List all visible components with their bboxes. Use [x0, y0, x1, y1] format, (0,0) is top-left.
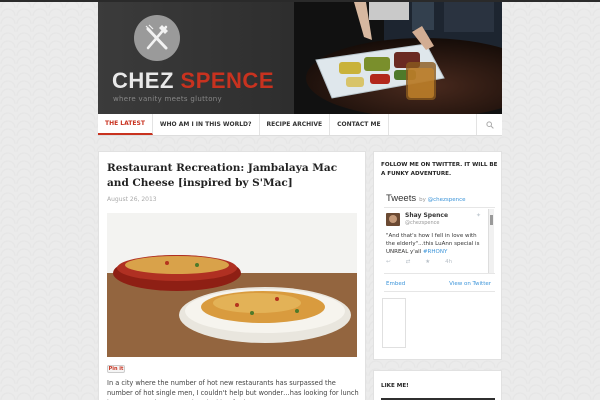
- tweet-text: "And that's how I fell in love with the …: [386, 232, 486, 256]
- logo-word-chez: CHEZ: [112, 68, 174, 93]
- site-tagline: where vanity meets gluttony: [113, 95, 222, 103]
- header-banner[interactable]: CHEZ SPENCE where vanity meets gluttony: [98, 2, 502, 114]
- nav-search-button[interactable]: [476, 114, 502, 135]
- tweets-by: by @chezspence: [419, 197, 465, 203]
- search-icon: [485, 120, 494, 129]
- view-on-twitter-link[interactable]: View on Twitter: [449, 281, 491, 287]
- site-logo-text: CHEZ SPENCE: [112, 68, 274, 94]
- tweets-by-handle-link[interactable]: @chezspence: [428, 197, 466, 203]
- reply-icon[interactable]: ↩: [386, 259, 391, 265]
- retweet-icon[interactable]: ⇄: [406, 259, 411, 265]
- tweet-actions: ↩ ⇄ ★ 4h: [386, 259, 452, 265]
- post-excerpt: In a city where the number of hot new re…: [107, 379, 359, 400]
- tweets-header: Tweets by @chezspence: [386, 193, 466, 204]
- tweet-timeline[interactable]: Shay Spence @chezspence ✦ "And that's ho…: [384, 207, 495, 274]
- fork-knife-logo-icon: [134, 15, 180, 61]
- nav-item-who-am-i[interactable]: WHO AM I IN THIS WORLD?: [153, 114, 260, 135]
- favorite-icon[interactable]: ★: [425, 259, 430, 265]
- post-image[interactable]: [107, 213, 357, 357]
- twitter-bird-icon: ✦: [476, 212, 482, 219]
- embed-link[interactable]: Embed: [386, 281, 405, 287]
- header-photo: [294, 2, 502, 114]
- nav-item-recipe-archive[interactable]: RECIPE ARCHIVE: [260, 114, 331, 135]
- twitter-links: Embed View on Twitter: [386, 281, 491, 287]
- nav-item-contact-me[interactable]: CONTACT ME: [330, 114, 389, 135]
- tweets-by-label: by: [419, 197, 426, 203]
- nav-item-the-latest[interactable]: THE LATEST: [98, 114, 153, 135]
- blog-post: Restaurant Recreation: Jambalaya Mac and…: [98, 151, 366, 400]
- twitter-widget: FOLLOW ME ON TWITTER. IT WILL BE A FUNKY…: [373, 151, 502, 360]
- tweet-hashtag-link[interactable]: #RHONY: [423, 249, 447, 255]
- logo-word-spence: SPENCE: [180, 68, 274, 93]
- tweets-title: Tweets: [386, 193, 417, 204]
- divider: [384, 291, 495, 292]
- tweet-time[interactable]: 4h: [445, 259, 452, 265]
- like-widget-title: LIKE ME!: [381, 383, 409, 389]
- tweet-author-name[interactable]: Shay Spence: [405, 212, 448, 219]
- post-date: August 26, 2013: [107, 196, 157, 203]
- pin-it-button[interactable]: Pin it: [107, 365, 125, 373]
- avatar[interactable]: [386, 213, 400, 226]
- tweet-author-handle[interactable]: @chezspence: [405, 220, 439, 226]
- main-nav: THE LATEST WHO AM I IN THIS WORLD? RECIP…: [98, 114, 502, 136]
- like-widget: LIKE ME!: [373, 370, 502, 400]
- tweet-scrollbar[interactable]: [488, 209, 494, 273]
- twitter-widget-title: FOLLOW ME ON TWITTER. IT WILL BE A FUNKY…: [381, 162, 498, 177]
- post-title-link[interactable]: Restaurant Recreation: Jambalaya Mac and…: [107, 161, 357, 191]
- social-embed-frame[interactable]: [382, 298, 406, 348]
